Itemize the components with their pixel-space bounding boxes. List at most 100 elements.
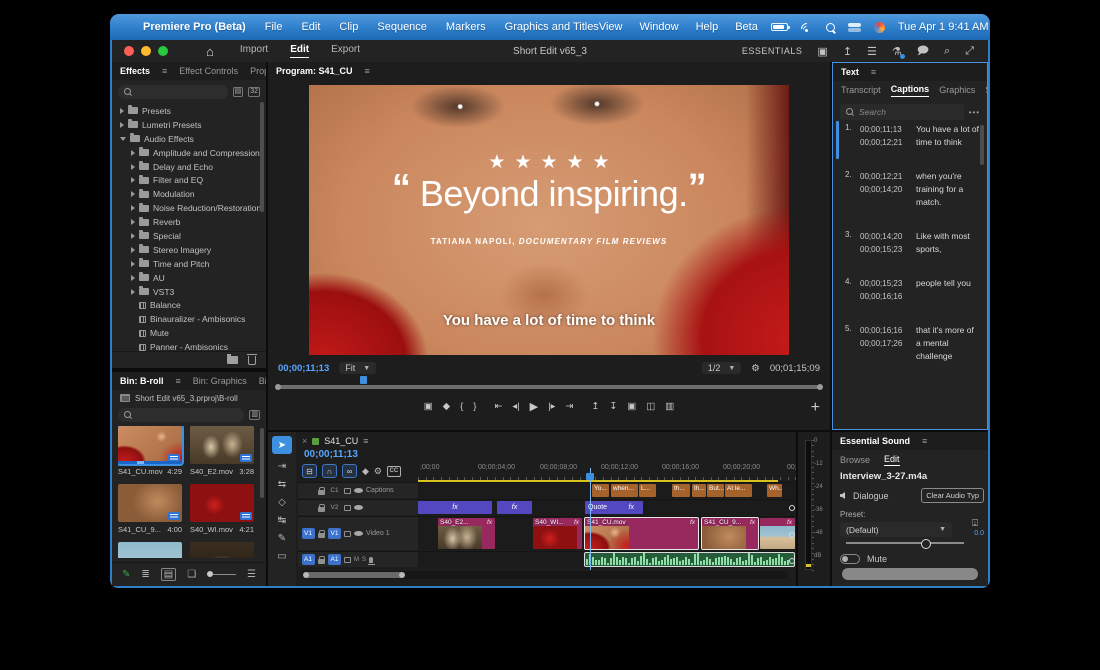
effects-tree-item[interactable]: Mute <box>112 326 266 340</box>
clip-thumbnail[interactable] <box>118 484 182 522</box>
effects-tab-effect-controls[interactable]: Effect Controls <box>179 66 238 76</box>
wifi-icon[interactable] <box>801 23 813 32</box>
accelerated-effects-filter-icon[interactable]: ▤ <box>233 87 244 97</box>
effects-tree-item[interactable]: Reverb <box>112 215 266 229</box>
expand-icon[interactable] <box>131 219 135 225</box>
control-center-icon[interactable] <box>848 23 861 32</box>
lift-icon[interactable]: ↥ <box>591 401 599 412</box>
sync-lock-icon[interactable] <box>344 531 351 537</box>
captions-settings-icon[interactable]: CC <box>387 466 401 477</box>
spotlight-icon[interactable] <box>826 23 835 32</box>
zoom-level-dropdown[interactable]: Fit▼ <box>339 362 376 374</box>
close-sequence-icon[interactable]: × <box>302 436 307 446</box>
marker-icon[interactable]: ◆ <box>443 401 450 412</box>
effects-tree-item[interactable]: VST3 <box>112 285 266 299</box>
effects-tab-effects[interactable]: Effects <box>120 66 150 76</box>
caption-tc-in[interactable]: 00;00;16;16 <box>860 324 910 337</box>
text-tab-captions[interactable]: Captions <box>891 84 930 97</box>
menubar-clock[interactable]: Tue Apr 1 9:41 AM <box>898 21 989 33</box>
track-lock-icon[interactable] <box>318 507 325 512</box>
edit-pen-icon[interactable]: ✎ <box>122 569 130 580</box>
selection-tool[interactable]: ➤ <box>272 436 292 454</box>
clip-thumbnail[interactable] <box>190 426 254 464</box>
graphic-clip[interactable]: Quotefx <box>585 501 643 514</box>
go-to-in-icon[interactable]: ⇤ <box>494 401 502 412</box>
button-editor-icon[interactable]: + <box>811 399 820 417</box>
clear-audio-type-button[interactable]: Clear Audio Typ <box>921 488 984 503</box>
panel-menu-icon[interactable]: ≡ <box>365 66 370 76</box>
menubar-item[interactable]: Clip <box>339 21 358 33</box>
clip-thumbnail[interactable] <box>118 426 182 464</box>
menubar-item[interactable]: Markers <box>446 21 486 33</box>
caption-text[interactable]: You have a lot of time to think <box>916 123 979 149</box>
effects-tree-item[interactable]: Filter and EQ <box>112 173 266 187</box>
effects-tree-item[interactable]: Modulation <box>112 187 266 201</box>
bin-clip[interactable] <box>118 542 182 558</box>
menubar-item[interactable]: File <box>265 21 283 33</box>
effects-tree-item[interactable]: AU <box>112 271 266 285</box>
audio-clip[interactable] <box>585 553 794 566</box>
effects-tree-item[interactable]: Balance <box>112 298 266 312</box>
quick-help-icon[interactable]: ⌕ <box>944 45 950 58</box>
thumbnail-view-icon[interactable]: ▤ <box>161 568 176 581</box>
settings-wrench-icon[interactable]: ⚙ <box>751 363 760 374</box>
bin-clip[interactable]: S40_WI.mov4:21 <box>190 484 254 534</box>
timeline-playhead[interactable] <box>590 468 591 570</box>
caption-text[interactable]: people tell you <box>916 277 979 303</box>
text-tab-s4[interactable]: S4 <box>985 85 987 95</box>
effects-tree-item[interactable]: Presets <box>112 104 266 118</box>
expand-icon[interactable] <box>131 150 135 156</box>
slip-tool[interactable]: ↹ <box>278 515 286 526</box>
effects-tree-item[interactable]: Stereo Imagery <box>112 243 266 257</box>
workspaces-icon[interactable]: ☰ <box>867 45 877 58</box>
caption-row[interactable]: 4.00;00;15;2300;00;16;16people tell you <box>833 273 987 307</box>
panel-menu-icon[interactable]: ≡ <box>871 67 876 77</box>
timeline-settings-icon[interactable]: ⚙ <box>374 466 382 477</box>
expand-icon[interactable] <box>120 108 124 114</box>
effects-tree-item[interactable]: Noise Reduction/Restoration <box>112 201 266 215</box>
program-tab[interactable]: Program: S41_CU <box>276 66 353 76</box>
more-options-icon[interactable]: ••• <box>969 108 980 117</box>
intensity-slider[interactable] <box>846 542 964 544</box>
solo-track-icon[interactable]: S <box>362 557 366 563</box>
track-lock-icon[interactable] <box>318 533 325 538</box>
effects-tab-propertie[interactable]: Propertie <box>250 66 266 76</box>
video-clip[interactable]: S41_CU.movfx <box>585 518 698 549</box>
new-bin-icon[interactable] <box>227 356 238 364</box>
preset-dropdown[interactable]: (Default)▼ <box>840 522 952 537</box>
v1-track-header[interactable]: V1V1Video 1 <box>298 517 418 550</box>
menubar-item[interactable]: Sequence <box>377 21 427 33</box>
playback-resolution-dropdown[interactable]: 1/2▼ <box>702 362 741 374</box>
track-badge[interactable]: V1 <box>328 528 341 539</box>
menubar-item[interactable]: Premiere Pro (Beta) <box>143 21 246 33</box>
bin-search-input[interactable] <box>118 408 244 422</box>
caption-text[interactable]: that it's more of a mental challenge <box>916 324 979 363</box>
freeform-view-icon[interactable]: ❏ <box>187 569 196 580</box>
mark-out-icon[interactable]: } <box>473 401 476 412</box>
linked-selection-toggle[interactable]: ∞ <box>342 464 357 478</box>
menubar-app-icon[interactable] <box>874 22 885 33</box>
current-timecode[interactable]: 00;00;11;13 <box>278 363 329 374</box>
program-video[interactable]: ★★★★★ “ Beyond inspiring.” TATIANA NAPOL… <box>309 85 789 355</box>
workspace-label[interactable]: ESSENTIALS <box>742 46 803 56</box>
bin-tab[interactable]: Bin: Au <box>259 376 266 386</box>
a1-track-content[interactable] <box>418 552 795 567</box>
sync-lock-icon[interactable] <box>344 488 351 494</box>
extract-icon[interactable]: ↧ <box>609 401 617 412</box>
caption-clip[interactable]: But... <box>707 484 724 497</box>
collapse-icon[interactable] <box>120 137 126 141</box>
caption-tc-in[interactable]: 00;00;12;21 <box>860 170 910 183</box>
expand-icon[interactable] <box>131 177 135 183</box>
caption-tc-out[interactable]: 00;00;12;21 <box>860 136 910 149</box>
panel-menu-icon[interactable]: ≡ <box>363 436 368 446</box>
comments-icon[interactable]: 🗩 <box>917 42 929 61</box>
menubar-item[interactable]: Beta <box>735 21 758 33</box>
caption-text[interactable]: when you're training for a match. <box>916 170 979 209</box>
panel-layout-icon[interactable]: ▣ <box>817 45 827 58</box>
program-playhead[interactable] <box>360 376 367 384</box>
menubar-item[interactable]: View <box>599 21 623 33</box>
share-icon[interactable]: ↥ <box>843 45 852 58</box>
header-nav-export[interactable]: Export <box>331 44 360 58</box>
video-clip[interactable]: S40_E2...fx <box>438 518 495 549</box>
menubar-item[interactable]: Edit <box>301 21 320 33</box>
